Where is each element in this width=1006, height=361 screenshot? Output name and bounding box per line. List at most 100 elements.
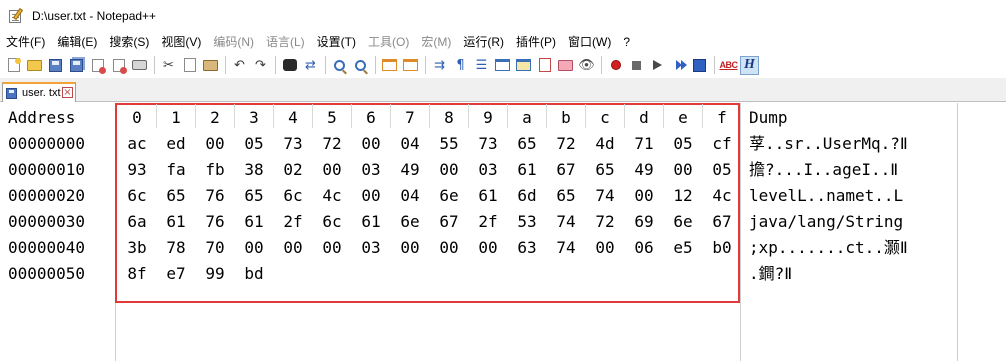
hex-byte[interactable]: 76	[196, 209, 234, 235]
hex-byte[interactable]: 73	[469, 131, 507, 157]
zoom-out-icon[interactable]	[351, 56, 370, 75]
hex-byte[interactable]: 00	[235, 235, 273, 261]
word-wrap-icon[interactable]: ⇉	[430, 56, 449, 75]
menu-item-11[interactable]: 窗口(W)	[562, 32, 617, 52]
save-macro-icon[interactable]	[690, 56, 709, 75]
close-all-icon[interactable]	[109, 56, 128, 75]
hex-byte[interactable]: 65	[586, 157, 624, 183]
hex-byte[interactable]: 6c	[313, 209, 351, 235]
hex-byte[interactable]: 00	[352, 131, 390, 157]
row-dump[interactable]: 莩..sr..UserMq.?Ⅱ	[749, 131, 908, 157]
menu-item-12[interactable]: ?	[617, 32, 636, 52]
show-all-chars-icon[interactable]: ¶	[451, 56, 470, 75]
spell-check-icon[interactable]: ABC	[719, 56, 739, 75]
menu-item-1[interactable]: 编辑(E)	[51, 32, 103, 52]
menu-item-2[interactable]: 搜索(S)	[103, 32, 155, 52]
hex-byte[interactable]: 6d	[508, 183, 546, 209]
hex-byte[interactable]: 72	[313, 131, 351, 157]
hex-byte[interactable]: 61	[157, 209, 195, 235]
hex-byte[interactable]: 4c	[703, 183, 741, 209]
hex-byte[interactable]: 2f	[469, 209, 507, 235]
cut-icon[interactable]: ✂	[159, 56, 178, 75]
hex-byte[interactable]: 6e	[430, 183, 468, 209]
hex-byte[interactable]: 72	[586, 209, 624, 235]
new-file-icon[interactable]	[4, 56, 23, 75]
close-icon[interactable]	[88, 56, 107, 75]
hex-byte[interactable]: 12	[664, 183, 702, 209]
stop-record-icon[interactable]	[627, 56, 646, 75]
hex-byte[interactable]: 61	[469, 183, 507, 209]
hex-byte[interactable]: ac	[118, 131, 156, 157]
hex-byte[interactable]: 71	[625, 131, 663, 157]
sync-vertical-icon[interactable]	[380, 56, 399, 75]
close-tab-icon[interactable]: ×	[62, 87, 73, 98]
open-file-icon[interactable]	[25, 56, 44, 75]
hex-byte[interactable]: fb	[196, 157, 234, 183]
row-dump[interactable]: java/lang/String	[749, 209, 903, 235]
print-icon[interactable]	[130, 56, 149, 75]
hex-byte[interactable]: 3b	[118, 235, 156, 261]
hex-byte[interactable]: 73	[274, 131, 312, 157]
row-dump[interactable]: .鐧?Ⅱ	[749, 261, 792, 287]
hex-byte[interactable]: 00	[469, 235, 507, 261]
save-all-icon[interactable]	[67, 56, 86, 75]
hex-byte[interactable]: 78	[157, 235, 195, 261]
hex-byte[interactable]: 05	[703, 157, 741, 183]
hex-byte[interactable]: 06	[625, 235, 663, 261]
hex-byte[interactable]: 00	[430, 235, 468, 261]
hex-byte[interactable]: 93	[118, 157, 156, 183]
hex-byte[interactable]: 63	[508, 235, 546, 261]
redo-icon[interactable]: ↷	[251, 56, 270, 75]
hex-byte[interactable]: 67	[430, 209, 468, 235]
hex-byte[interactable]: 74	[547, 235, 585, 261]
hex-byte[interactable]: 61	[352, 209, 390, 235]
undo-icon[interactable]: ↶	[230, 56, 249, 75]
doc-list-icon[interactable]: 👁	[577, 56, 596, 75]
tab-user-txt[interactable]: user. txt ×	[2, 82, 76, 102]
hex-byte[interactable]: 00	[664, 157, 702, 183]
hex-byte[interactable]: 4d	[586, 131, 624, 157]
monitoring-icon[interactable]	[556, 56, 575, 75]
record-macro-icon[interactable]	[606, 56, 625, 75]
hex-byte[interactable]: 05	[235, 131, 273, 157]
hex-byte[interactable]: 74	[586, 183, 624, 209]
paste-icon[interactable]	[201, 56, 220, 75]
hex-byte[interactable]: 49	[625, 157, 663, 183]
hex-byte[interactable]: 00	[196, 131, 234, 157]
hex-byte[interactable]: 6a	[118, 209, 156, 235]
hex-byte[interactable]: 69	[625, 209, 663, 235]
playback-macro-icon[interactable]	[648, 56, 667, 75]
hex-byte[interactable]: 65	[508, 131, 546, 157]
hex-byte[interactable]: 6e	[664, 209, 702, 235]
hex-byte[interactable]: 00	[625, 183, 663, 209]
hex-byte[interactable]: 4c	[313, 183, 351, 209]
hex-byte[interactable]: 03	[469, 157, 507, 183]
hex-byte[interactable]: 38	[235, 157, 273, 183]
row-dump[interactable]: levelL..namet..L	[749, 183, 903, 209]
menu-item-0[interactable]: 文件(F)	[0, 32, 51, 52]
hex-byte[interactable]: 61	[508, 157, 546, 183]
hex-byte[interactable]: 70	[196, 235, 234, 261]
hex-byte[interactable]: 00	[391, 235, 429, 261]
hex-byte[interactable]: 00	[313, 157, 351, 183]
menu-item-8[interactable]: 宏(M)	[415, 32, 457, 52]
hex-byte[interactable]: 8f	[118, 261, 156, 287]
run-macro-multiple-icon[interactable]	[669, 56, 688, 75]
hex-byte[interactable]: 76	[196, 183, 234, 209]
function-list-icon[interactable]	[514, 56, 533, 75]
indent-guide-icon[interactable]: ☰	[472, 56, 491, 75]
hex-byte[interactable]: 00	[313, 235, 351, 261]
hex-byte[interactable]: e5	[664, 235, 702, 261]
hex-byte[interactable]: 03	[352, 157, 390, 183]
hex-byte[interactable]: b0	[703, 235, 741, 261]
hex-byte[interactable]: bd	[235, 261, 273, 287]
hex-byte[interactable]: 53	[508, 209, 546, 235]
hex-byte[interactable]: 67	[703, 209, 741, 235]
hex-byte[interactable]: 6c	[118, 183, 156, 209]
hex-editor-view[interactable]: Address Dump 0 1 2 3 4 5 6 7 8 9 a b c d e f 00000000 ac e…	[0, 103, 1006, 361]
hex-byte[interactable]: 00	[352, 183, 390, 209]
hex-byte[interactable]: 00	[274, 235, 312, 261]
hex-byte[interactable]: 65	[235, 183, 273, 209]
hex-byte[interactable]: 65	[547, 183, 585, 209]
hex-byte[interactable]: 04	[391, 131, 429, 157]
